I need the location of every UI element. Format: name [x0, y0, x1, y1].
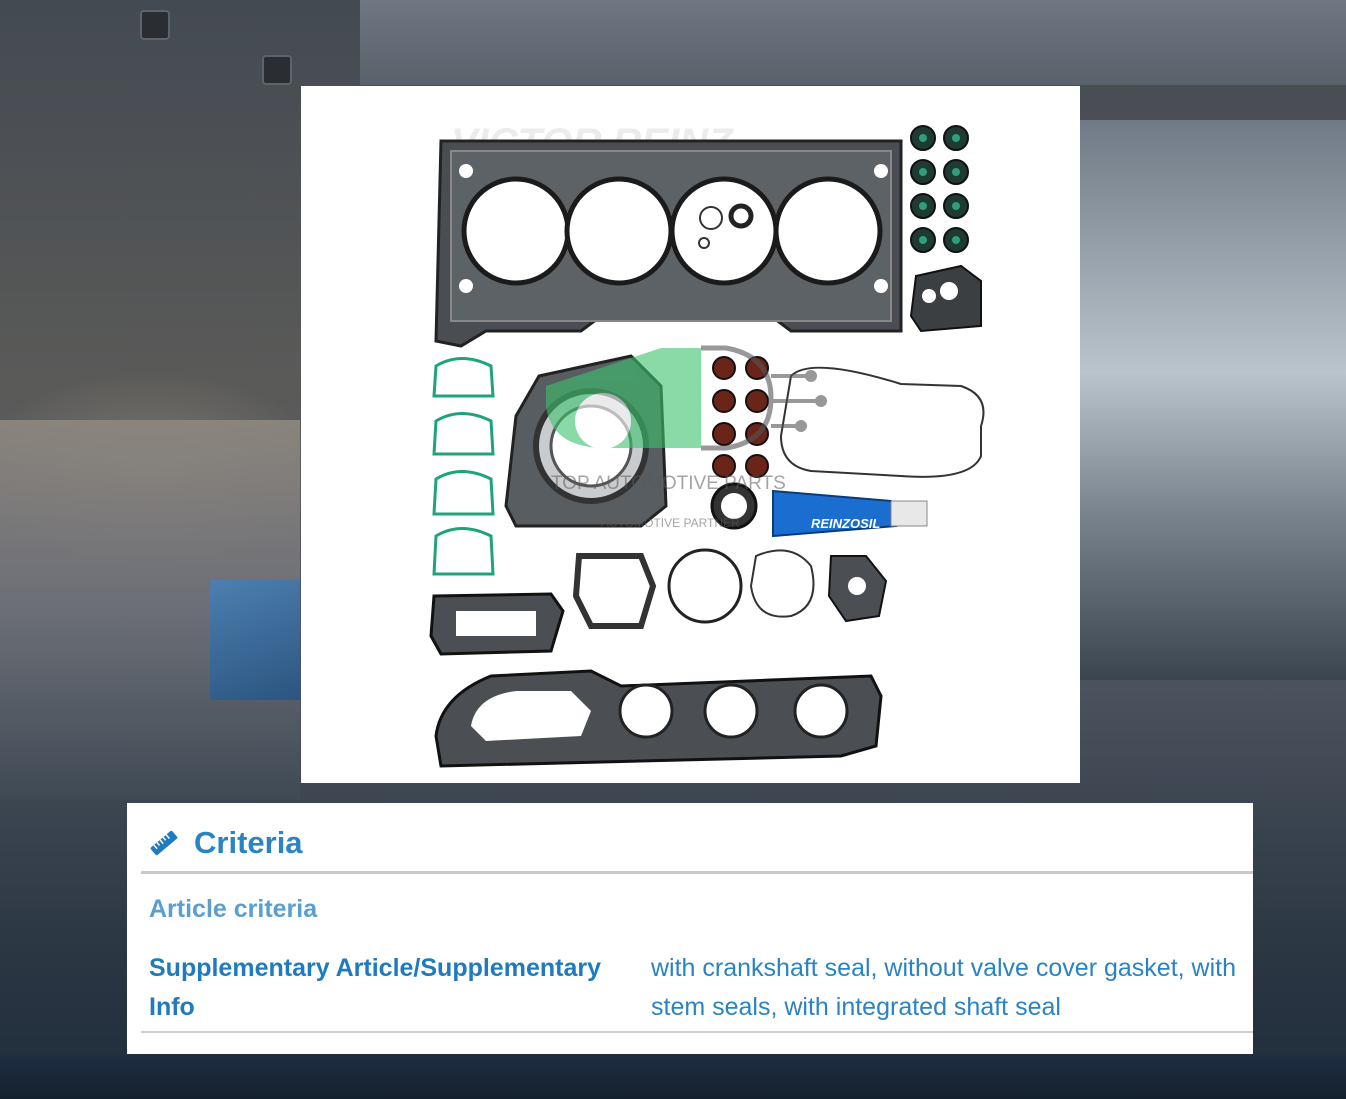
criteria-row-label: Supplementary Article/Supplementary Info [149, 954, 601, 1021]
product-image: VICTOR REINZ [301, 86, 1080, 783]
head-gasket [434, 139, 903, 348]
spotlight-icon [262, 55, 292, 85]
article-criteria-heading: Article criteria [149, 895, 318, 923]
square-gasket [572, 553, 657, 629]
criteria-header: Criteria [149, 825, 303, 861]
overlay-logo-line1: TOP AUTOMOTIVE PARTS [551, 473, 786, 494]
o-ring-large [667, 548, 743, 624]
criteria-title: Criteria [194, 825, 303, 860]
hall-floor [0, 1055, 1346, 1099]
header-divider [141, 871, 1253, 874]
sealant-label: REINZOSIL [811, 516, 880, 531]
overlay-logo [546, 345, 827, 451]
sealant-tube: REINZOSIL [772, 489, 928, 538]
booth-display-panel [210, 580, 300, 700]
row-divider [141, 1031, 1253, 1033]
cover-gasket-outline [779, 366, 985, 478]
intake-port-gaskets [432, 357, 495, 576]
criteria-row-value: with crankshaft seal, without valve cove… [651, 954, 1236, 1021]
criteria-panel: Criteria Article criteria Supplementary … [127, 803, 1253, 1054]
gasket-kit-illustration: VICTOR REINZ [429, 121, 985, 768]
overlay-logo-line2: AUTOMOTIVE PARTNER [601, 516, 740, 530]
ruler-icon [150, 830, 178, 856]
red-valve-seals [712, 356, 769, 478]
hall-ceiling [360, 0, 1346, 85]
o-ring-shaped [749, 549, 815, 618]
valve-stem-seals [910, 125, 969, 253]
spotlight-icon [140, 10, 170, 40]
booth-right [1080, 120, 1346, 680]
